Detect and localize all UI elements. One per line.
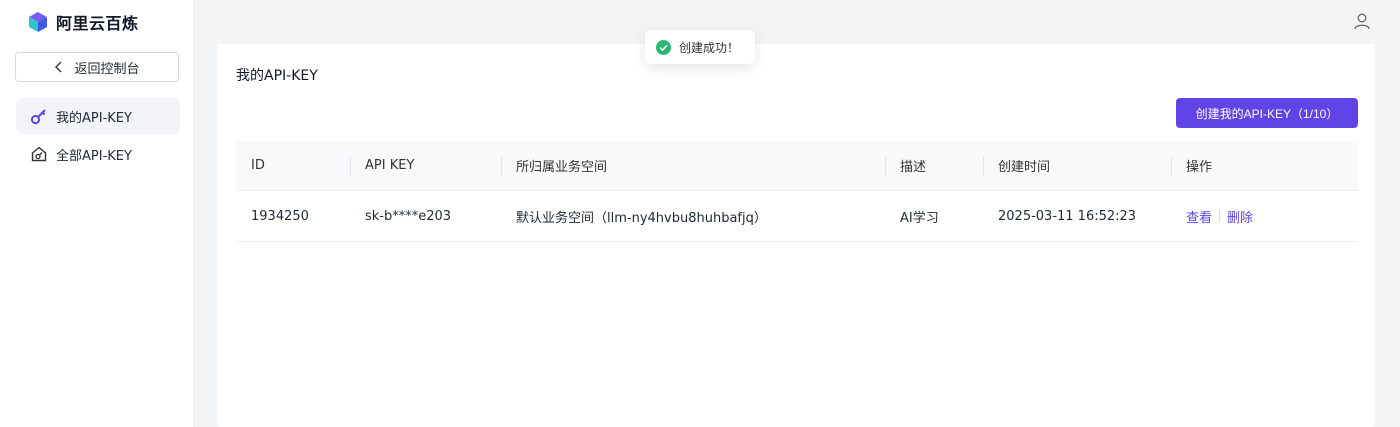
back-button-label: 返回控制台 — [74, 61, 140, 77]
success-toast: 创建成功！ — [645, 30, 755, 64]
api-key-table: ID API KEY 所归属业务空间 描述 创建时间 操作 1934250 sk… — [236, 141, 1358, 242]
table-row: 1934250 sk-b****e203 默认业务空间（llm-ny4hvbu8… — [236, 191, 1358, 242]
view-link[interactable]: 查看 — [1186, 207, 1212, 226]
column-header-actions: 操作 — [1171, 141, 1358, 190]
back-to-console-button[interactable]: 返回控制台 — [15, 52, 179, 82]
user-icon[interactable] — [1353, 12, 1371, 30]
delete-link[interactable]: 删除 — [1227, 207, 1253, 226]
house-key-icon — [31, 146, 47, 162]
key-icon — [30, 109, 46, 125]
chevron-left-icon — [55, 61, 62, 73]
cell-api-key: sk-b****e203 — [365, 208, 452, 224]
column-header-created-at: 创建时间 — [983, 141, 1171, 190]
sidebar-item-label: 全部API-KEY — [56, 148, 132, 164]
cell-description: AI学习 — [900, 210, 939, 226]
table-header: ID API KEY 所归属业务空间 描述 创建时间 操作 — [236, 141, 1358, 191]
sidebar-item-label: 我的API-KEY — [56, 110, 132, 126]
cell-workspace: 默认业务空间（llm-ny4hvbu8huhbafjq） — [516, 210, 767, 226]
column-header-api-key: API KEY — [350, 141, 501, 190]
action-divider — [1219, 210, 1221, 222]
sidebar-item-my-api-key[interactable]: 我的API-KEY — [16, 98, 180, 134]
column-header-workspace: 所归属业务空间 — [501, 141, 885, 190]
cell-actions: 查看 删除 — [1171, 191, 1358, 241]
main-card: 我的API-KEY 创建我的API-KEY（1/10） ID API KEY 所… — [217, 44, 1375, 427]
bailian-logo-icon — [29, 12, 47, 32]
page-title: 我的API-KEY — [236, 68, 318, 84]
sidebar: 阿里云百炼 返回控制台 我的API-KEY 全部API-KEY — [0, 0, 194, 427]
sidebar-item-all-api-key[interactable]: 全部API-KEY — [16, 136, 180, 172]
brand-name: 阿里云百炼 — [56, 14, 139, 33]
cell-created-at: 2025-03-11 16:52:23 — [998, 208, 1137, 224]
check-circle-icon — [656, 39, 671, 55]
column-header-description: 描述 — [885, 141, 983, 190]
brand[interactable]: 阿里云百炼 — [27, 10, 139, 34]
toast-message: 创建成功！ — [679, 40, 740, 55]
column-header-id: ID — [251, 158, 265, 173]
cell-id: 1934250 — [251, 208, 309, 224]
create-api-key-button[interactable]: 创建我的API-KEY（1/10） — [1176, 98, 1358, 128]
